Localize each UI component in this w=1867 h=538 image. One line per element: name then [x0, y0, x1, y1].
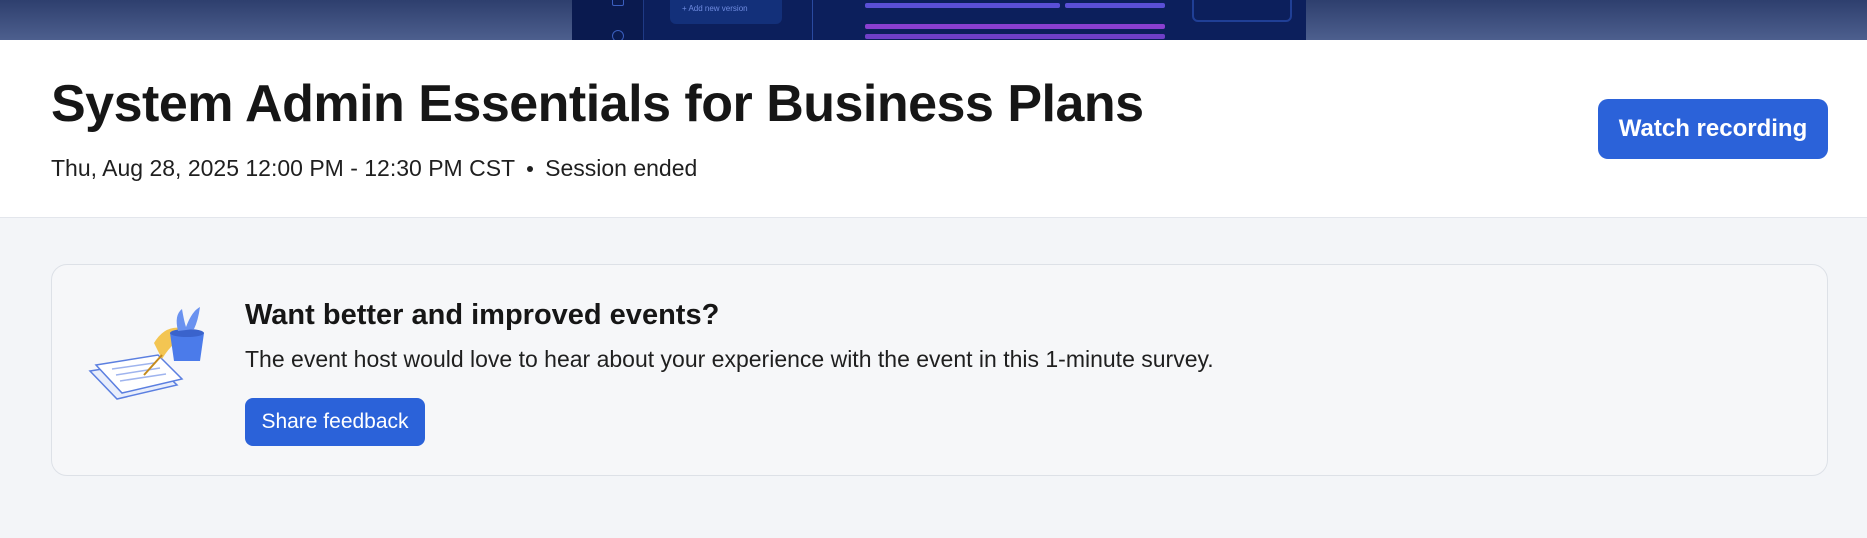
hero-banner: + Add new version — [0, 0, 1867, 40]
timeline-bar — [865, 34, 1165, 39]
hero-sidebar — [572, 0, 644, 40]
timeline-panel — [812, 0, 1172, 40]
session-meta: Thu, Aug 28, 2025 12:00 PM - 12:30 PM CS… — [51, 155, 697, 182]
square-icon — [612, 0, 624, 6]
timeline-bar — [1065, 3, 1165, 8]
hero-image: + Add new version — [572, 0, 1306, 40]
hero-frame — [1192, 0, 1292, 22]
session-header: System Admin Essentials for Business Pla… — [0, 40, 1867, 218]
feedback-illustration-icon — [88, 307, 204, 400]
separator-dot — [527, 165, 534, 172]
page-title: System Admin Essentials for Business Pla… — [51, 75, 1144, 133]
timeline-bar — [865, 3, 1060, 8]
feedback-title: Want better and improved events? — [245, 299, 720, 331]
feedback-description: The event host would love to hear about … — [245, 346, 1214, 372]
session-status: Session ended — [545, 155, 698, 181]
feedback-card: Want better and improved events? The eve… — [51, 264, 1828, 476]
session-datetime: Thu, Aug 28, 2025 12:00 PM - 12:30 PM CS… — [51, 155, 516, 181]
add-version-label: + Add new version — [682, 4, 748, 13]
timeline-bar — [865, 24, 1165, 29]
watch-recording-button[interactable]: Watch recording — [1598, 99, 1828, 159]
share-feedback-button[interactable]: Share feedback — [245, 398, 425, 446]
clock-icon — [612, 30, 624, 40]
